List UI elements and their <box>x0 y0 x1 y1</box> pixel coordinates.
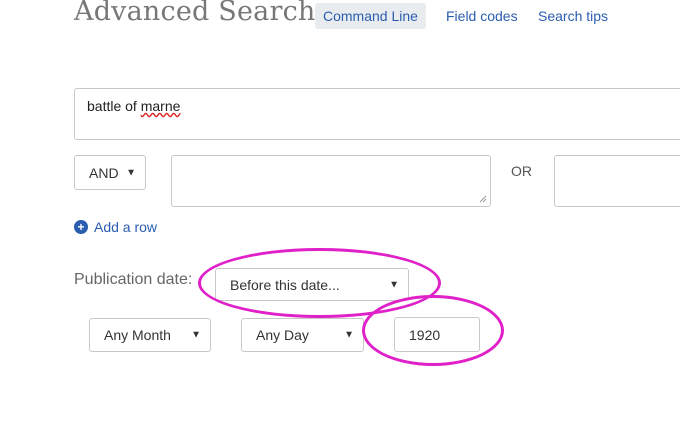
caret-down-icon: ▼ <box>126 167 136 178</box>
search-input-row-1[interactable]: battle of marne <box>74 88 680 140</box>
tab-search-tips[interactable]: Search tips <box>538 3 608 29</box>
boolean-operator-select[interactable]: AND ▼ <box>74 155 146 190</box>
publication-date-label: Publication date: <box>74 271 193 288</box>
annotation-ring-year <box>362 295 504 366</box>
search-input-row-2[interactable] <box>171 155 491 207</box>
search-input-value: battle of marne <box>87 98 180 114</box>
tab-command-line[interactable]: Command Line <box>315 3 426 29</box>
resize-handle-icon[interactable] <box>479 195 487 203</box>
add-row-link[interactable]: + Add a row <box>74 219 157 235</box>
tab-field-codes[interactable]: Field codes <box>446 3 518 29</box>
plus-circle-icon: + <box>74 220 88 234</box>
month-select[interactable]: Any Month ▼ <box>89 318 211 352</box>
search-text-prefix: battle of <box>87 98 141 114</box>
caret-down-icon: ▼ <box>344 329 354 341</box>
month-value: Any Month <box>104 327 171 343</box>
add-row-label: Add a row <box>94 219 158 235</box>
day-select[interactable]: Any Day ▼ <box>241 318 364 352</box>
or-label: OR <box>511 163 532 179</box>
search-input-row-2-or[interactable] <box>554 155 680 207</box>
page-title: Advanced Search <box>74 0 316 27</box>
caret-down-icon: ▼ <box>191 329 201 341</box>
boolean-operator-value: AND <box>89 164 119 181</box>
search-text-misspelled: marne <box>140 98 181 114</box>
day-value: Any Day <box>256 327 309 343</box>
